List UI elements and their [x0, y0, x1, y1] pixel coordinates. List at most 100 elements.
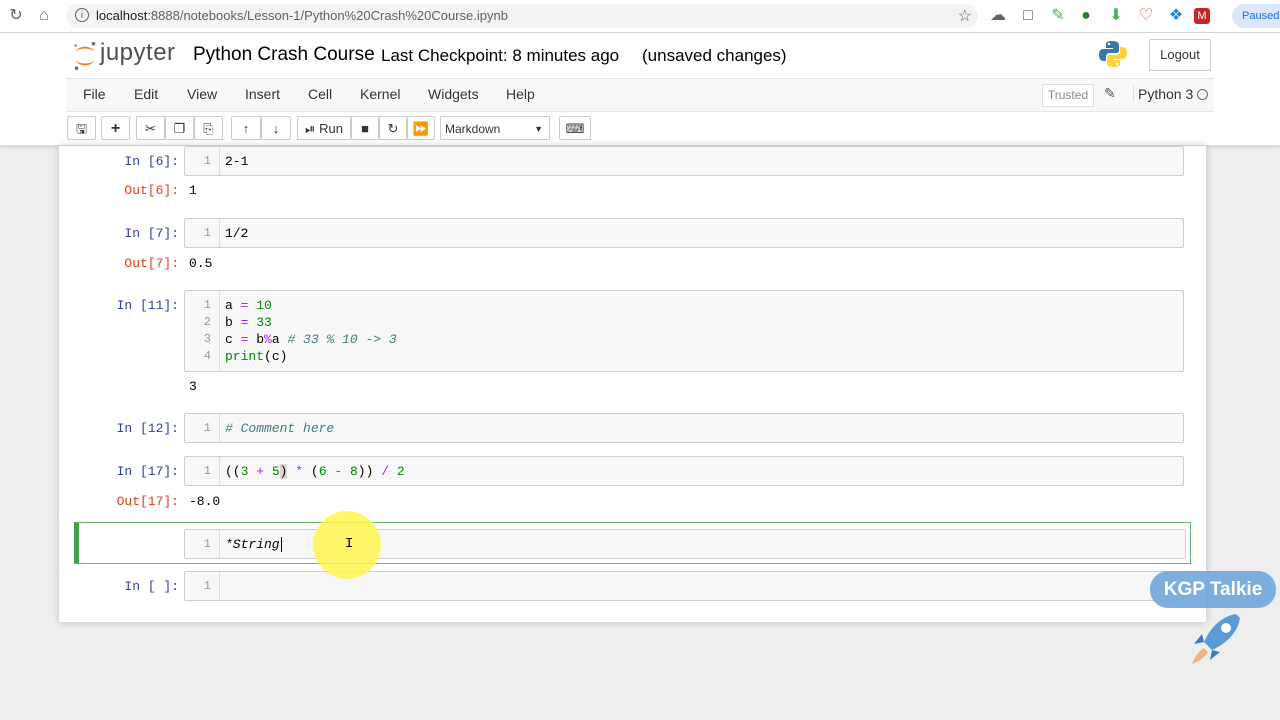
cell-output: 0.5 [189, 256, 213, 271]
line-number: 1 [203, 154, 211, 168]
code-input-area[interactable]: 1 2 3 4 a = 10 b = 33 c = b%a # 33 % 10 … [184, 290, 1184, 372]
line-number: 1 [203, 421, 211, 435]
text-cursor-icon: I [345, 536, 354, 552]
code-input-area[interactable]: 1 2-1 [184, 146, 1184, 176]
menu-widgets[interactable]: Widgets [428, 86, 479, 102]
unsaved-status: (unsaved changes) [642, 46, 787, 65]
code-line: print(c) [225, 349, 288, 364]
jupyter-logo-icon[interactable] [70, 40, 100, 72]
code-cell[interactable]: In [11]: 1 2 3 4 a = 10 b = 33 c = b%a #… [59, 290, 1206, 400]
line-number: 4 [203, 349, 211, 363]
reload-icon[interactable]: ↻ [6, 6, 26, 26]
menu-cell[interactable]: Cell [308, 86, 332, 102]
output-prompt: Out[6]: [124, 183, 179, 198]
cell-output: 1 [189, 183, 197, 198]
text-caret [280, 537, 282, 552]
menu-insert[interactable]: Insert [245, 86, 280, 102]
save-icon[interactable]: 🖫 [67, 116, 96, 140]
kernel-name[interactable]: Python 3 [1133, 86, 1193, 102]
code-line: ((3 + 5) * (6 - 8)) / 2 [225, 464, 405, 479]
extension-mega-icon[interactable]: M [1194, 8, 1210, 24]
line-number-gutter: 1 [185, 414, 220, 442]
insert-cell-plus-icon[interactable]: + [101, 116, 130, 140]
notebook-title[interactable]: Python Crash Course [193, 44, 375, 66]
menu-edit[interactable]: Edit [134, 86, 158, 102]
address-bar[interactable]: i localhost:8888/notebooks/Lesson-1/Pyth… [66, 4, 978, 28]
kgp-talkie-watermark: KGP Talkie [1150, 571, 1276, 608]
bookmark-star-icon[interactable]: ☆ [958, 6, 972, 26]
menu-file[interactable]: File [83, 86, 106, 102]
cut-scissors-icon[interactable]: ✂ [136, 116, 165, 140]
run-step-icon: ⏯ [305, 121, 316, 136]
code-cell[interactable]: In [6]: 1 2-1 Out[6]: 1 [59, 146, 1206, 216]
line-number: 3 [203, 332, 211, 346]
command-palette-keyboard-icon[interactable]: ⌨ [559, 116, 591, 140]
logout-button[interactable]: Logout [1149, 39, 1211, 71]
extension-pocket-icon[interactable]: ♡ [1136, 6, 1156, 26]
notebook-container: In [6]: 1 2-1 Out[6]: 1 In [7]: 1 1/2 Ou… [59, 146, 1206, 622]
jupyter-logo-text: jupyter [100, 39, 176, 66]
code-line: # Comment here [225, 421, 335, 436]
url-host: localhost [96, 8, 148, 23]
markdown-cell-selected[interactable]: 1 *String [74, 522, 1191, 564]
run-label: Run [319, 121, 343, 136]
url-path: :8888/notebooks/Lesson-1/Python%20Crash%… [147, 8, 508, 23]
line-number: 1 [203, 464, 211, 478]
python-logo-icon [1099, 41, 1127, 67]
code-cell[interactable]: In [12]: 1 # Comment here [59, 413, 1206, 447]
line-number-gutter: 1 [185, 572, 220, 600]
extension-document-icon[interactable]: □ [1018, 6, 1038, 26]
restart-kernel-icon[interactable]: ↻ [379, 116, 407, 140]
line-number-gutter: 1 2 3 4 [185, 291, 220, 371]
code-line: 2-1 [225, 154, 249, 169]
interrupt-stop-icon[interactable]: ■ [351, 116, 379, 140]
move-down-arrow-icon[interactable]: ↓ [261, 116, 291, 140]
input-prompt: In [12]: [116, 421, 179, 436]
paste-clipboard-icon[interactable]: ⎘ [194, 116, 223, 140]
extension-dropbox-icon[interactable]: ❖ [1166, 6, 1186, 26]
input-prompt: In [17]: [116, 464, 179, 479]
code-input-area[interactable]: 1 # Comment here [184, 413, 1184, 443]
menu-kernel[interactable]: Kernel [360, 86, 400, 102]
extension-download-icon[interactable]: ⬇ [1106, 6, 1126, 26]
line-number-gutter: 1 [185, 219, 220, 247]
code-cell[interactable]: In [17]: 1 ((3 + 5) * (6 - 8)) / 2 Out[1… [59, 456, 1206, 522]
kernel-idle-indicator-icon [1197, 89, 1208, 100]
output-prompt: Out[17]: [116, 494, 179, 509]
chevron-down-icon: ▼ [534, 124, 543, 134]
move-up-arrow-icon[interactable]: ↑ [231, 116, 261, 140]
line-number-gutter: 1 [185, 147, 220, 175]
restart-run-all-fast-forward-icon[interactable]: ⏩ [407, 116, 435, 140]
line-number: 1 [203, 298, 211, 312]
menu-bar: File Edit View Insert Cell Kernel Widget… [66, 78, 1214, 112]
cell-output: -8.0 [189, 494, 221, 509]
browser-toolbar: ↻ ⌂ i localhost:8888/notebooks/Lesson-1/… [0, 0, 1280, 33]
line-number: 2 [203, 315, 211, 329]
code-line: 1/2 [225, 226, 249, 241]
menu-view[interactable]: View [187, 86, 217, 102]
code-line: a = 10 [225, 298, 272, 313]
code-cell[interactable]: In [ ]: 1 [59, 571, 1206, 605]
rocket-icon [1192, 614, 1240, 664]
line-number: 1 [203, 226, 211, 240]
copy-icon[interactable]: ❐ [165, 116, 194, 140]
code-input-area[interactable]: 1 1/2 [184, 218, 1184, 248]
extension-cloud-icon[interactable]: ☁ [988, 6, 1008, 26]
info-icon[interactable]: i [75, 8, 89, 22]
checkpoint-status: Last Checkpoint: 8 minutes ago [381, 46, 620, 65]
cell-type-select[interactable]: Markdown ▼ [440, 116, 550, 140]
line-number-gutter: 1 [185, 530, 220, 558]
input-prompt: In [11]: [116, 298, 179, 313]
profile-paused-badge[interactable]: Paused [1232, 4, 1280, 28]
code-cell[interactable]: In [7]: 1 1/2 Out[7]: 0.5 [59, 218, 1206, 288]
cell-output: 3 [189, 379, 197, 394]
input-prompt: In [7]: [124, 226, 179, 241]
trusted-badge[interactable]: Trusted [1042, 84, 1094, 107]
run-button[interactable]: ⏯ Run [297, 116, 351, 140]
extension-eyedropper-icon[interactable]: ✎ [1048, 6, 1068, 26]
home-icon[interactable]: ⌂ [34, 6, 54, 26]
code-input-area[interactable]: 1 ((3 + 5) * (6 - 8)) / 2 [184, 456, 1184, 486]
menu-help[interactable]: Help [506, 86, 535, 102]
extension-globe-icon[interactable]: ● [1076, 6, 1096, 26]
notebook-toolbar: 🖫 + ✂ ❐ ⎘ ↑ ↓ ⏯ Run ■ ↻ ⏩ Markdown ▼ ⌨ [0, 116, 1280, 144]
